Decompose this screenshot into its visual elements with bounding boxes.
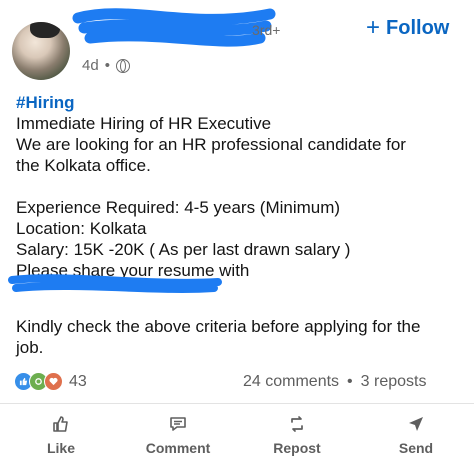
send-button[interactable]: Send [371,414,461,456]
love-icon [44,372,63,391]
globe-icon [115,58,130,73]
follow-button[interactable]: + Follow [366,14,449,42]
hashtag-link[interactable]: #Hiring [16,92,464,113]
repost-icon [291,416,303,432]
divider [0,403,474,404]
post-line: the Kolkata office. [16,156,151,175]
plus-icon: + [366,14,381,41]
post-meta: 4d • [82,57,130,74]
send-icon [409,417,423,431]
thumbs-up-icon [53,416,68,432]
meta-separator: • [104,57,110,74]
comment-button[interactable]: Comment [133,414,223,456]
redacted-author-name [72,8,276,47]
post-closing-text: Kindly check the above criteria before a… [16,316,420,358]
post-line: Location: Kolkata [16,219,147,238]
action-bar: Like Comment Repost Send [0,414,474,466]
post-line: We are looking for an HR professional ca… [16,135,406,154]
send-label: Send [398,440,434,456]
repost-label: Repost [273,440,321,456]
repost-button[interactable]: Repost [252,414,342,456]
post-line: Immediate Hiring of HR Executive [16,114,272,133]
counts-separator: • [347,373,353,390]
reposts-count-link[interactable]: 3 reposts [361,373,427,391]
post-line: job. [16,338,44,357]
comment-label: Comment [145,440,211,456]
reaction-count: 43 [69,372,87,390]
author-avatar[interactable] [12,22,70,80]
post-line: Kindly check the above criteria before a… [16,317,421,336]
post-time: 4d [82,57,99,74]
comment-icon [170,417,186,431]
like-label: Like [46,440,75,456]
like-button[interactable]: Like [16,414,106,456]
redacted-email [8,274,222,293]
engagement-counts: 24 comments • 3 reposts [243,373,426,391]
connection-degree: 3rd+ [252,22,281,38]
post-text: #Hiring Immediate Hiring of HR Executive… [16,92,464,281]
post-line: Experience Required: 4-5 years (Minimum) [16,198,341,217]
reactions-summary[interactable]: 43 [14,372,87,391]
post-line: Salary: 15K -20K ( As per last drawn sal… [16,240,351,259]
comments-count-link[interactable]: 24 comments [243,373,339,391]
follow-label: Follow [386,16,450,39]
